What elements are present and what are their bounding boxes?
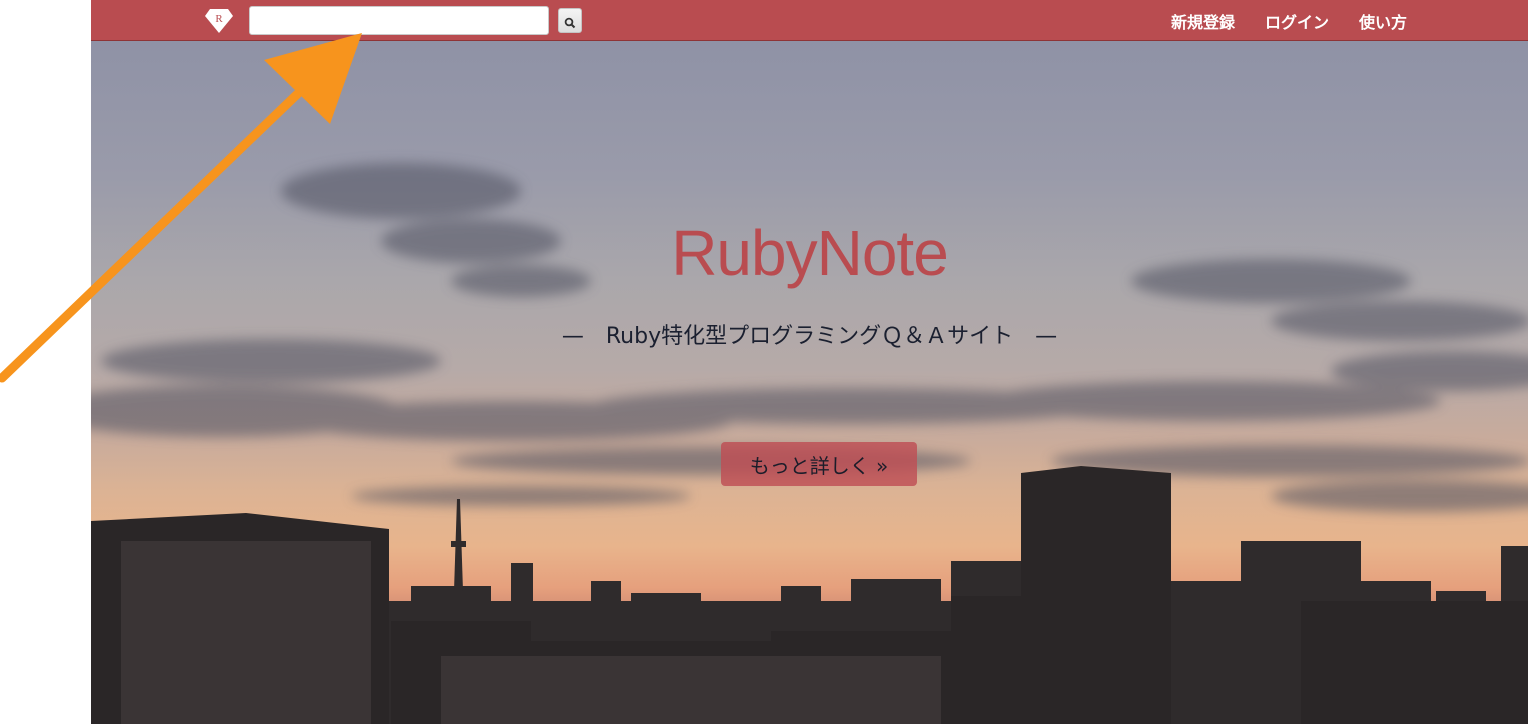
nav-signup-link[interactable]: 新規登録 (1171, 9, 1235, 33)
search-button[interactable] (558, 8, 582, 33)
logo[interactable]: R (204, 6, 234, 34)
search-input[interactable] (249, 6, 549, 35)
hero-tagline: — Ruby特化型プログラミングＱ＆Ａサイト — (561, 324, 1058, 349)
top-navbar: R 新規登録 ログイン 使い方 (91, 0, 1528, 41)
left-margin (0, 0, 91, 724)
nav-howto-link[interactable]: 使い方 (1359, 9, 1407, 33)
hero-section: RubyNote — Ruby特化型プログラミングＱ＆Ａサイト — もっと詳しく… (91, 41, 1528, 724)
logo-letter: R (215, 13, 223, 25)
more-details-button[interactable]: もっと詳しく » (721, 442, 917, 486)
nav-login-link[interactable]: ログイン (1265, 9, 1329, 33)
nav-links: 新規登録 ログイン 使い方 (1171, 0, 1407, 41)
hero-title: RubyNote (671, 217, 949, 289)
sunset-cityscape-image (91, 163, 1528, 724)
magnifier-icon (564, 17, 576, 29)
ruby-gem-icon: R (205, 9, 233, 33)
page: R 新規登録 ログイン 使い方 RubyNote — Ruby特化型プログラミン… (0, 0, 1528, 724)
